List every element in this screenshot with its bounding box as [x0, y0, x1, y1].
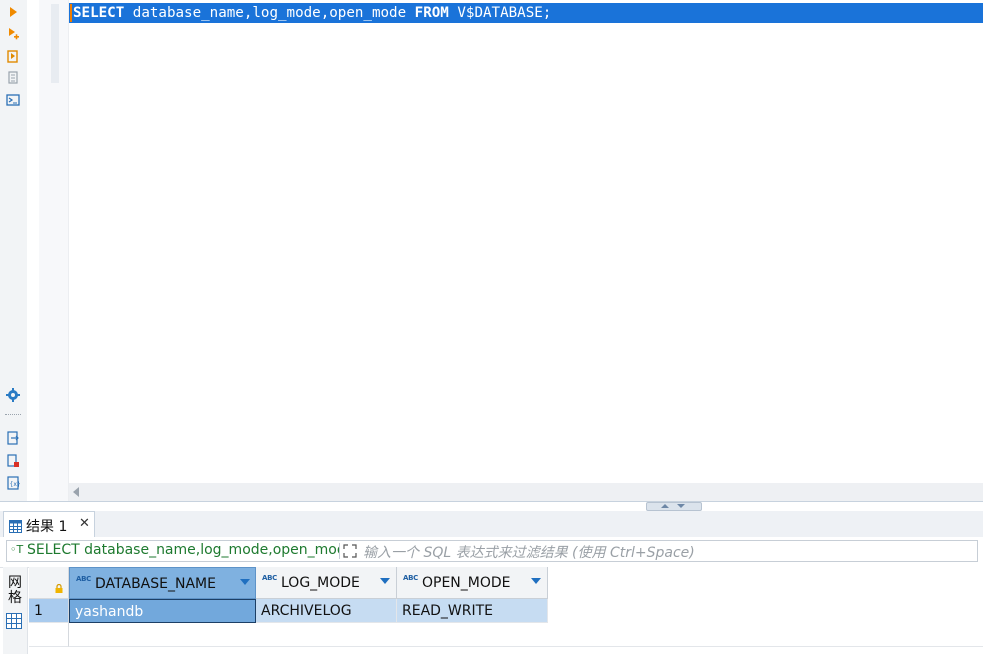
grid-icon[interactable]: [6, 613, 22, 633]
results-tab-bar: 结果 1 ✕: [0, 511, 983, 538]
close-icon[interactable]: ✕: [79, 516, 90, 531]
sql-text: database_name,log_mode,open_mode: [124, 5, 415, 21]
text-type-icon: ABC: [262, 574, 277, 582]
maximize-editor-icon[interactable]: [661, 504, 669, 508]
tab-result-1[interactable]: 结果 1 ✕: [3, 511, 95, 537]
column-name: OPEN_MODE: [422, 575, 511, 591]
editor-toolbar: {x}: [0, 0, 28, 505]
table-cell[interactable]: READ_WRITE: [397, 599, 548, 623]
maximize-results-icon[interactable]: [677, 504, 685, 508]
load-execution-plan-icon[interactable]: [5, 70, 21, 86]
source-query-text: SELECT database_name,log_mode,open_mode …: [27, 542, 339, 558]
grid-view-label[interactable]: 网格: [6, 576, 24, 606]
run-statement-icon[interactable]: [5, 4, 21, 20]
column-name: DATABASE_NAME: [95, 576, 216, 592]
filter-divider: [339, 543, 340, 559]
table-cell[interactable]: ARCHIVELOG: [256, 599, 397, 623]
table-cell[interactable]: yashandb: [69, 599, 256, 623]
explain-plan-icon[interactable]: [5, 48, 21, 64]
column-header-log-mode[interactable]: ABC LOG_MODE: [256, 567, 397, 599]
result-grid[interactable]: ABC DATABASE_NAME ABC LOG_MODE ABC OPEN_…: [29, 567, 983, 654]
sql-editor[interactable]: SELECT database_name,log_mode,open_mode …: [69, 0, 983, 483]
text-type-icon: ABC: [76, 575, 91, 583]
empty-cell: [69, 623, 983, 647]
sql-keyword: FROM: [414, 5, 449, 21]
column-header-open-mode[interactable]: ABC OPEN_MODE: [397, 567, 548, 599]
lock-icon: [55, 578, 63, 597]
result-filter-bar: ◦T SELECT database_name,log_mode,open_mo…: [0, 537, 983, 568]
column-header-database-name[interactable]: ABC DATABASE_NAME: [69, 567, 256, 599]
filter-input[interactable]: ◦T SELECT database_name,log_mode,open_mo…: [6, 540, 978, 562]
import-icon[interactable]: [5, 453, 21, 469]
result-view-switcher: 网格: [3, 567, 28, 654]
export-icon[interactable]: [5, 430, 21, 446]
variables-icon[interactable]: {x}: [5, 475, 21, 491]
sort-dropdown-icon[interactable]: [240, 579, 250, 585]
terminal-icon[interactable]: [5, 92, 21, 108]
sql-text: V$DATABASE;: [448, 5, 552, 21]
svg-text:{x}: {x}: [10, 481, 21, 488]
column-name: LOG_MODE: [281, 575, 360, 591]
sort-dropdown-icon[interactable]: [531, 578, 541, 584]
text-caret: [70, 4, 72, 22]
row-number-empty: [29, 623, 69, 647]
filter-placeholder: 输入一个 SQL 表达式来过滤结果 (使用 Ctrl+Space): [363, 545, 695, 561]
sort-dropdown-icon[interactable]: [380, 578, 390, 584]
editor-horizontal-scrollbar[interactable]: [69, 483, 983, 501]
empty-row: [29, 623, 983, 647]
splitter-handle[interactable]: [646, 502, 702, 511]
sql-keyword: SELECT: [73, 5, 125, 21]
expand-icon[interactable]: [343, 543, 357, 562]
row-number[interactable]: 1: [29, 599, 69, 623]
run-script-icon[interactable]: [5, 26, 21, 42]
tab-label: 结果 1: [26, 519, 68, 535]
sql-statement-line[interactable]: SELECT database_name,log_mode,open_mode …: [69, 3, 983, 23]
grid-corner: [29, 567, 69, 599]
text-type-icon: ABC: [403, 574, 418, 582]
query-text-icon: ◦T: [10, 543, 24, 556]
toolbar-divider: [5, 414, 21, 416]
editor-ruler: [27, 0, 39, 505]
gutter-statement-marker: [51, 4, 59, 83]
settings-icon[interactable]: [5, 387, 21, 403]
table-row[interactable]: 1 yashandb ARCHIVELOG READ_WRITE: [29, 599, 983, 623]
table-icon: [9, 518, 22, 537]
scroll-left-icon[interactable]: [73, 487, 79, 497]
